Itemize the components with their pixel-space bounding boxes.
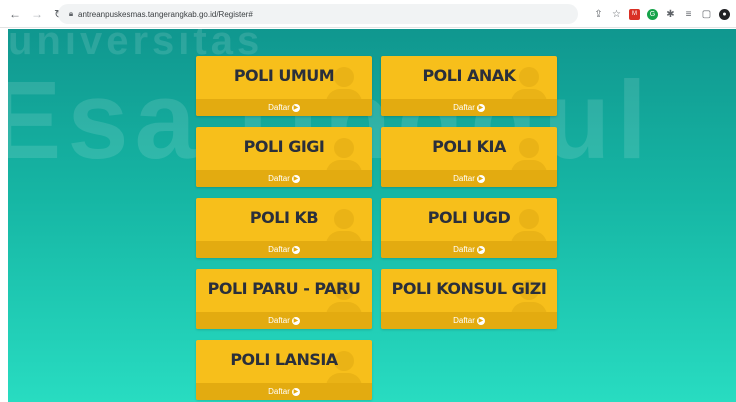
poli-card[interactable]: POLI UMUM Daftar ▶	[196, 56, 372, 116]
extensions-area: ⇪ ☆ M G ✱ ≡ ▢ ●	[593, 0, 730, 28]
star-icon[interactable]: ☆	[611, 9, 622, 20]
reading-list-icon[interactable]: ≡	[683, 9, 694, 20]
share-icon[interactable]: ⇪	[593, 9, 604, 20]
daftar-label: Daftar	[453, 174, 475, 183]
daftar-link[interactable]: Daftar ▶	[196, 99, 372, 116]
card-title: POLI PARU - PARU	[207, 279, 361, 298]
daftar-link[interactable]: Daftar ▶	[196, 383, 372, 400]
daftar-label: Daftar	[268, 103, 290, 112]
poli-card[interactable]: POLI KB Daftar ▶	[196, 198, 372, 258]
daftar-link[interactable]: Daftar ▶	[381, 241, 557, 258]
poli-card[interactable]: POLI GIGI Daftar ▶	[196, 127, 372, 187]
arrow-circle-right-icon: ▶	[476, 174, 485, 183]
poli-card[interactable]: POLI KONSUL GIZI Daftar ▶	[381, 269, 557, 329]
arrow-circle-right-icon: ▶	[476, 245, 485, 254]
forward-arrow-icon[interactable]: →	[28, 5, 46, 23]
arrow-circle-right-icon: ▶	[291, 174, 300, 183]
poli-card[interactable]: POLI LANSIA Daftar ▶	[196, 340, 372, 400]
card-title: POLI UGD	[427, 208, 511, 227]
arrow-circle-right-icon: ▶	[476, 316, 485, 325]
card-title: POLI KIA	[432, 137, 506, 156]
url-text: antreanpuskesmas.tangerangkab.go.id/Regi…	[78, 9, 253, 19]
window-icon[interactable]: ▢	[701, 9, 712, 20]
daftar-label: Daftar	[268, 387, 290, 396]
card-title: POLI GIGI	[243, 137, 325, 156]
card-title: POLI ANAK	[422, 66, 516, 85]
poli-card[interactable]: POLI KIA Daftar ▶	[381, 127, 557, 187]
poli-card[interactable]: POLI ANAK Daftar ▶	[381, 56, 557, 116]
grammar-ext-icon[interactable]: G	[647, 8, 658, 20]
poli-card[interactable]: POLI PARU - PARU Daftar ▶	[196, 269, 372, 329]
back-arrow-icon[interactable]: ←	[6, 5, 24, 23]
daftar-link[interactable]: Daftar ▶	[381, 170, 557, 187]
page-content: universitas Esa Unggul POLI UMUM Daftar ▶ P…	[8, 29, 736, 402]
arrow-circle-right-icon: ▶	[291, 316, 300, 325]
card-title: POLI KONSUL GIZI	[391, 279, 547, 298]
puzzle-icon[interactable]: ✱	[665, 9, 676, 20]
daftar-link[interactable]: Daftar ▶	[196, 170, 372, 187]
daftar-label: Daftar	[453, 103, 475, 112]
browser-toolbar: ← → ↻ 🔒︎ antreanpuskesmas.tangerangkab.g…	[0, 0, 736, 28]
card-title: POLI UMUM	[233, 66, 335, 85]
arrow-circle-right-icon: ▶	[291, 245, 300, 254]
address-bar[interactable]: 🔒︎ antreanpuskesmas.tangerangkab.go.id/R…	[58, 4, 578, 24]
poli-card[interactable]: POLI UGD Daftar ▶	[381, 198, 557, 258]
daftar-link[interactable]: Daftar ▶	[196, 241, 372, 258]
card-title: POLI KB	[249, 208, 319, 227]
card-title: POLI LANSIA	[230, 350, 338, 369]
daftar-link[interactable]: Daftar ▶	[381, 99, 557, 116]
daftar-link[interactable]: Daftar ▶	[196, 312, 372, 329]
arrow-circle-right-icon: ▶	[291, 103, 300, 112]
daftar-label: Daftar	[268, 316, 290, 325]
daftar-label: Daftar	[268, 174, 290, 183]
arrow-circle-right-icon: ▶	[476, 103, 485, 112]
lock-icon[interactable]: 🔒︎	[64, 9, 78, 19]
daftar-label: Daftar	[453, 316, 475, 325]
daftar-label: Daftar	[453, 245, 475, 254]
profile-avatar-icon[interactable]: ●	[719, 8, 730, 20]
daftar-label: Daftar	[268, 245, 290, 254]
arrow-circle-right-icon: ▶	[291, 387, 300, 396]
daftar-link[interactable]: Daftar ▶	[381, 312, 557, 329]
mail-ext-icon[interactable]: M	[629, 8, 640, 20]
